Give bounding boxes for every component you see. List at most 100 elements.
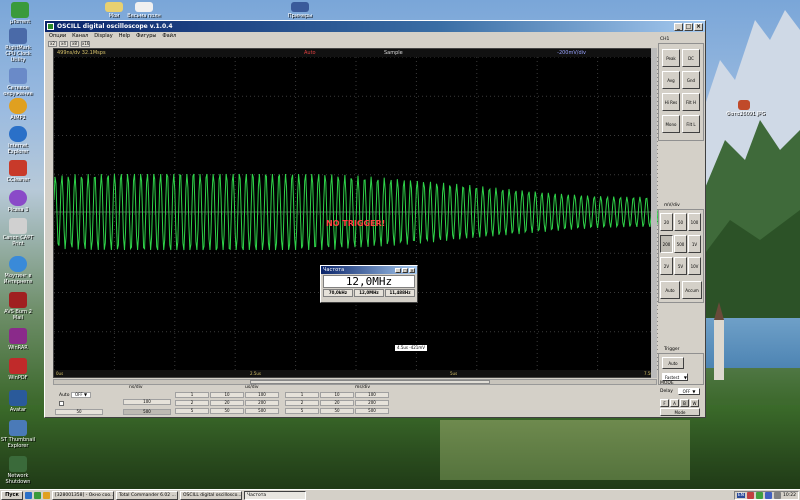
hi-res-button[interactable]: Hi Res — [662, 93, 680, 111]
us-50[interactable]: 50 — [210, 408, 244, 414]
filter-l-button[interactable]: Filt L — [682, 115, 700, 133]
run-checkbox[interactable] — [59, 401, 64, 406]
ms-200[interactable]: 200 — [355, 400, 389, 406]
oscilloscope-window[interactable]: OSCILL digital oscilloscope v.1.0.4 _ □ … — [44, 20, 706, 418]
minimize-button[interactable]: _ — [674, 22, 683, 31]
frequency-close-button[interactable]: × — [409, 267, 415, 273]
tray-icon-1[interactable] — [747, 491, 755, 499]
vertical-offset-slider[interactable] — [651, 48, 657, 378]
ms-20[interactable]: 20 — [320, 400, 354, 406]
desktop-icon-examples[interactable]: Примеры — [282, 2, 318, 19]
desktop-icon-utorrent[interactable]: µTorrent — [2, 2, 38, 25]
close-button[interactable]: × — [694, 22, 703, 31]
zoom-x8-button[interactable]: x8 — [70, 41, 79, 47]
mv-20-button[interactable]: 20 — [660, 213, 673, 231]
mv-500-button[interactable]: 500 — [674, 235, 687, 253]
ms-5[interactable]: 5 — [285, 408, 319, 414]
freq-range-button-3[interactable]: 11,488Hz — [385, 289, 415, 297]
frequency-titlebar[interactable]: Частота _ □ × — [321, 266, 417, 274]
trigger-auto-button[interactable]: Auto — [662, 357, 684, 369]
menu-channel[interactable]: Канал — [72, 33, 88, 39]
ms-500[interactable]: 500 — [355, 408, 389, 414]
menu-options[interactable]: Опции — [49, 33, 66, 39]
menu-file[interactable]: Файл — [162, 33, 176, 39]
quicklaunch-desktop-icon[interactable] — [34, 491, 41, 499]
task-frequency[interactable]: Частота — [244, 490, 306, 500]
v-5-button[interactable]: 5V — [674, 257, 687, 275]
us-20[interactable]: 20 — [210, 400, 244, 406]
gnd-button[interactable]: Gnd — [682, 71, 700, 89]
us-500[interactable]: 500 — [245, 408, 279, 414]
ms-2[interactable]: 2 — [285, 400, 319, 406]
mono-button[interactable]: Mono — [662, 115, 680, 133]
desktop-icon-aimp[interactable]: AIMP2 — [0, 98, 36, 121]
peak-button[interactable]: Peak — [662, 49, 680, 67]
maximize-button[interactable]: □ — [684, 22, 693, 31]
task-total-commander[interactable]: Total Commander 6.02 ... — [116, 490, 178, 500]
left-cell-3[interactable]: 50 — [55, 409, 103, 415]
zoom-x4-button[interactable]: x4 — [59, 41, 68, 47]
us-1[interactable]: 1 — [175, 392, 209, 398]
freq-range-button-1[interactable]: 70,0kHz — [323, 289, 353, 297]
desktop-icon-picasa[interactable]: Picasa 3 — [0, 190, 36, 213]
menu-display[interactable]: Display — [94, 33, 112, 39]
desktop-icon-winpdf[interactable]: WinPDF — [0, 358, 36, 381]
desktop-icon-shutdown[interactable]: Network Shutdown — [0, 456, 36, 485]
start-button[interactable]: Пуск — [1, 490, 23, 500]
desktop-icon-thumbnail[interactable]: ST Thumbnail Explorer — [0, 420, 36, 449]
v-2-button[interactable]: 2V — [660, 257, 673, 275]
tray-icon-4[interactable] — [774, 491, 782, 499]
desktop-icon-canon[interactable]: Canon CAPT Print — [0, 218, 36, 247]
desktop-icon-internet[interactable]: Моутинг в Интернете — [0, 256, 36, 285]
language-indicator[interactable]: EN — [736, 492, 746, 498]
mv-100-button[interactable]: 100 — [688, 213, 701, 231]
menu-figures[interactable]: Фигуры — [136, 33, 156, 39]
mv-50-button[interactable]: 50 — [674, 213, 687, 231]
ms-100[interactable]: 100 — [355, 392, 389, 398]
frequency-minimize-button[interactable]: _ — [395, 267, 401, 273]
us-200[interactable]: 200 — [245, 400, 279, 406]
desktop-icon-network[interactable]: Сетевое окружение — [0, 68, 36, 97]
left-cell-1[interactable]: 100 — [123, 399, 171, 405]
us-10[interactable]: 10 — [210, 392, 244, 398]
left-cell-5[interactable]: 500 — [123, 409, 171, 415]
desktop-icon-photo[interactable]: Фото20091.JPG — [726, 100, 765, 117]
mv-200-button[interactable]: 200 — [660, 235, 673, 253]
ms-10[interactable]: 10 — [320, 392, 354, 398]
desktop-icon-avatar[interactable]: Avatar — [0, 390, 36, 413]
auto-select[interactable]: OFF ▼ — [71, 392, 91, 398]
dc-button[interactable]: DC — [682, 49, 700, 67]
slider-thumb[interactable] — [250, 380, 490, 384]
ms-1[interactable]: 1 — [285, 392, 319, 398]
filter-h-button[interactable]: Filt H — [682, 93, 700, 111]
zoom-x2-button[interactable]: x2 — [48, 41, 57, 47]
avg-button[interactable]: Avg — [662, 71, 680, 89]
v-1-button[interactable]: 1V — [688, 235, 701, 253]
quicklaunch-ie-icon[interactable] — [25, 491, 32, 499]
desktop-icon-ccleaner[interactable]: CCleaner — [0, 160, 36, 183]
frequency-window[interactable]: Частота _ □ × 12,0MHz 70,0kHz 12,0MHz 11… — [320, 265, 418, 303]
quicklaunch-media-icon[interactable] — [43, 491, 50, 499]
us-5[interactable]: 5 — [175, 408, 209, 414]
us-100[interactable]: 100 — [245, 392, 279, 398]
zoom-x16-button[interactable]: x16 — [81, 41, 90, 47]
desktop-icon-full[interactable]: Весьма полн — [126, 2, 162, 19]
menu-help[interactable]: Help — [119, 33, 130, 39]
ms-50[interactable]: 50 — [320, 408, 354, 414]
v-10-button[interactable]: 10V — [688, 257, 701, 275]
desktop-icon-winrar[interactable]: WinRAR — [0, 328, 36, 351]
frequency-maximize-button[interactable]: □ — [402, 267, 408, 273]
accum-button[interactable]: Accum — [682, 281, 702, 299]
window-titlebar[interactable]: OSCILL digital oscilloscope v.1.0.4 _ □ … — [45, 21, 705, 32]
tray-icon-2[interactable] — [756, 491, 764, 499]
desktop-icon-ie[interactable]: Internet Explorer — [0, 126, 36, 155]
scope-display[interactable]: 499ns/dv 32.1Msps Auto Sample -200mV/div… — [53, 48, 658, 378]
freq-range-button-2[interactable]: 12,0MHz — [354, 289, 384, 297]
tray-icon-3[interactable] — [765, 491, 773, 499]
us-2[interactable]: 2 — [175, 400, 209, 406]
task-messenger[interactable]: [328001358] - Окно соо... — [52, 490, 114, 500]
auto-scale-button[interactable]: Auto — [660, 281, 680, 299]
task-oscill[interactable]: OSCILL digital oscillosco... — [180, 490, 242, 500]
desktop-icon-rightmark[interactable]: RightMark CPU Clock Utility — [0, 28, 36, 63]
desktop-icon-avs[interactable]: AVS Burn 2 Mail — [0, 292, 36, 321]
